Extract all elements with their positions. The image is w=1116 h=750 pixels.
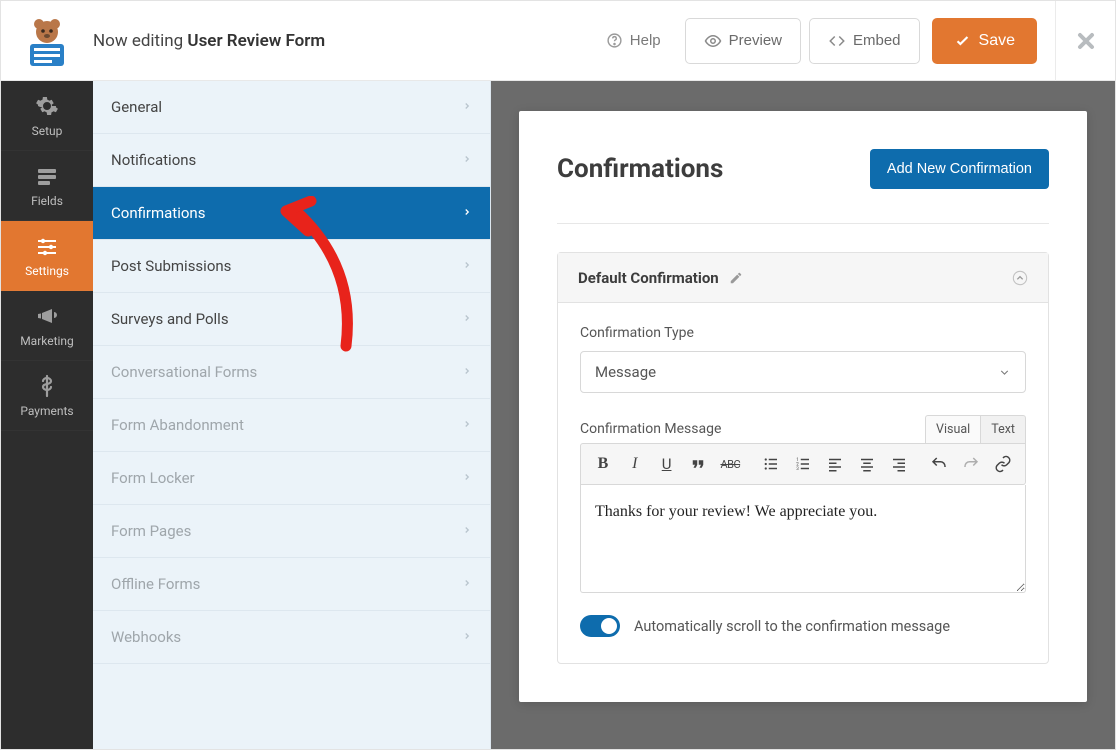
chevron-up-icon[interactable] [1012,270,1028,286]
code-icon [828,32,846,50]
panel-header[interactable]: Default Confirmation [558,253,1048,303]
chevron-right-icon [462,260,472,270]
secnav-item-form-locker[interactable]: Form Locker [93,452,490,505]
tab-text[interactable]: Text [980,415,1026,443]
dollar-icon [35,374,59,398]
nav-payments[interactable]: Payments [1,361,93,431]
secnav-label: Conversational Forms [111,363,257,381]
secnav-label: Confirmations [111,204,205,222]
secnav-item-confirmations[interactable]: Confirmations [93,187,490,240]
secnav-item-offline-forms[interactable]: Offline Forms [93,558,490,611]
nav-fields[interactable]: Fields [1,151,93,221]
number-list-button[interactable]: 123 [789,450,817,478]
page-title: Confirmations [557,154,723,184]
secnav-item-form-pages[interactable]: Form Pages [93,505,490,558]
link-button[interactable] [989,450,1017,478]
bullhorn-icon [35,304,59,328]
message-editor[interactable]: Thanks for your review! We appreciate yo… [580,485,1026,593]
bold-button[interactable]: B [589,450,617,478]
secnav-label: Webhooks [111,628,181,646]
redo-button[interactable] [957,450,985,478]
pencil-icon[interactable] [729,271,743,285]
close-button[interactable] [1055,1,1115,81]
settings-subnav: General Notifications Confirmations Post Su… [93,81,491,749]
auto-scroll-label: Automatically scroll to the confirmation… [634,618,950,635]
message-label: Confirmation Message [580,421,721,437]
strikethrough-button[interactable]: ABC [716,450,744,478]
save-button[interactable]: Save [932,18,1037,64]
chevron-right-icon [462,313,472,323]
secnav-item-post-submissions[interactable]: Post Submissions [93,240,490,293]
add-confirmation-button[interactable]: Add New Confirmation [870,149,1049,189]
embed-button[interactable]: Embed [809,18,920,64]
chevron-right-icon [462,207,472,217]
undo-button[interactable] [925,450,953,478]
secnav-item-general[interactable]: General [93,81,490,134]
confirmation-type-select[interactable]: Message [580,351,1026,393]
primary-nav: Setup Fields Settings Marketing Payments [1,81,93,749]
nav-marketing[interactable]: Marketing [1,291,93,361]
secnav-label: Form Locker [111,469,195,487]
align-center-button[interactable] [853,450,881,478]
type-label: Confirmation Type [580,325,1026,341]
chevron-right-icon [462,154,472,164]
align-right-button[interactable] [885,450,913,478]
confirmation-panel: Default Confirmation Confirmation Type M… [557,252,1049,664]
help-button[interactable]: Help [590,18,677,64]
secnav-label: Notifications [111,151,196,169]
secnav-item-surveys-and-polls[interactable]: Surveys and Polls [93,293,490,346]
chevron-right-icon [462,472,472,482]
nav-settings[interactable]: Settings [1,221,93,291]
preview-button[interactable]: Preview [685,18,801,64]
app-logo [1,14,93,68]
auto-scroll-toggle[interactable] [580,615,620,637]
secnav-label: Surveys and Polls [111,310,229,328]
secnav-label: Offline Forms [111,575,200,593]
help-icon [606,32,623,49]
secnav-item-notifications[interactable]: Notifications [93,134,490,187]
gear-icon [35,94,59,118]
list-icon [35,164,59,188]
secnav-item-conversational-forms[interactable]: Conversational Forms [93,346,490,399]
secnav-label: Form Pages [111,522,191,540]
secnav-label: Form Abandonment [111,416,244,434]
form-name: User Review Form [187,31,325,51]
quote-button[interactable] [685,450,713,478]
editing-label: Now editing User Review Form [93,31,325,51]
nav-setup[interactable]: Setup [1,81,93,151]
chevron-down-icon [998,366,1011,379]
close-icon [1074,29,1098,53]
secnav-item-webhooks[interactable]: Webhooks [93,611,490,664]
secnav-label: General [111,98,162,116]
tab-visual[interactable]: Visual [925,415,980,443]
secnav-label: Post Submissions [111,257,231,275]
check-icon [954,32,971,49]
align-left-button[interactable] [821,450,849,478]
editor-toolbar: B I U ABC 123 [580,443,1026,485]
chevron-right-icon [462,101,472,111]
secnav-item-form-abandonment[interactable]: Form Abandonment [93,399,490,452]
chevron-right-icon [462,631,472,641]
panel-title: Default Confirmation [578,269,719,287]
bullet-list-button[interactable] [757,450,785,478]
sliders-icon [35,234,59,258]
svg-text:3: 3 [796,466,799,472]
top-bar: Now editing User Review Form Help Previe… [1,1,1115,81]
confirmations-card: Confirmations Add New Confirmation Defau… [519,111,1087,702]
italic-button[interactable]: I [621,450,649,478]
underline-button[interactable]: U [653,450,681,478]
wpforms-logo-icon [20,14,74,68]
chevron-right-icon [462,366,472,376]
eye-icon [704,32,722,50]
chevron-right-icon [462,419,472,429]
chevron-right-icon [462,578,472,588]
content-area: Confirmations Add New Confirmation Defau… [491,81,1115,749]
chevron-right-icon [462,525,472,535]
